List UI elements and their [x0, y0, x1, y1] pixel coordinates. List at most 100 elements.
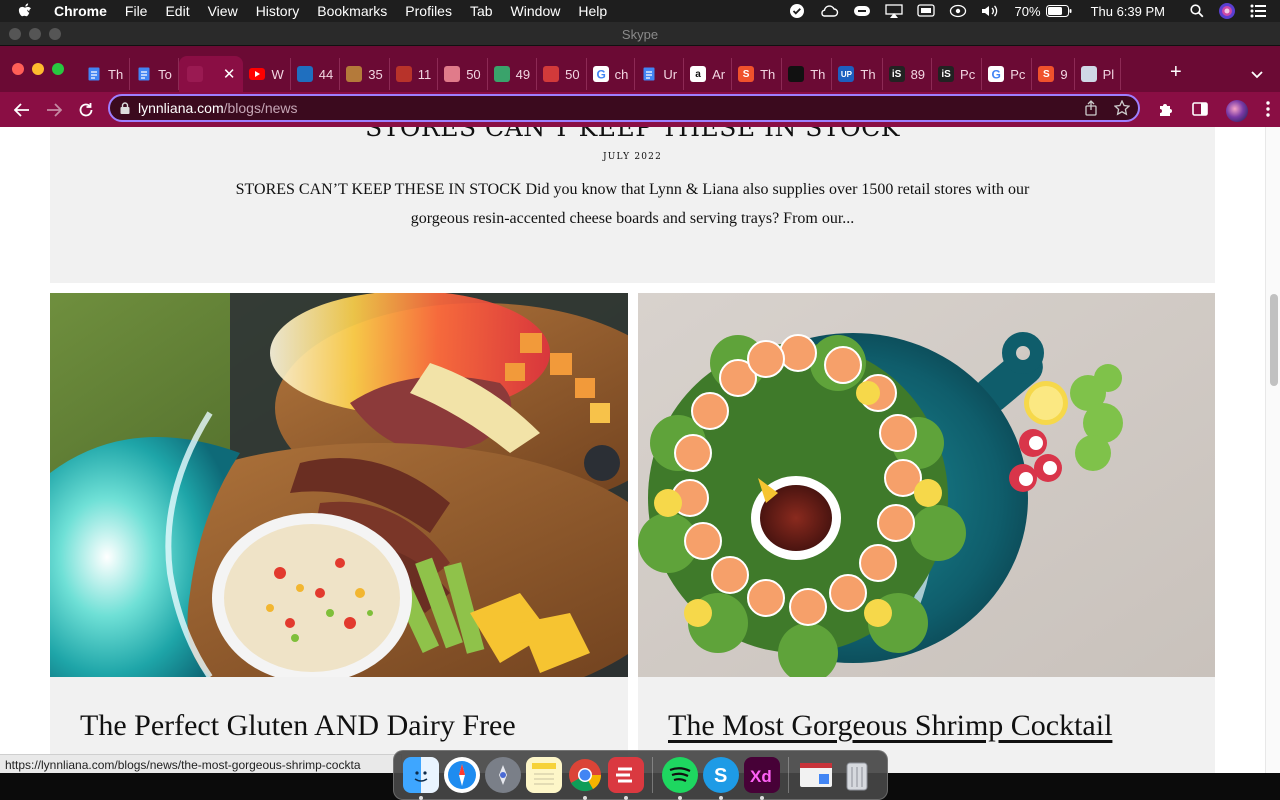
tab[interactable]: a Ar [684, 58, 733, 90]
tab[interactable]: To [130, 58, 179, 90]
tab[interactable]: 11 [390, 58, 439, 90]
tab[interactable]: 44 [291, 58, 341, 90]
spotify-icon[interactable] [661, 757, 698, 800]
tab-label: 35 [368, 66, 383, 82]
site-icon [186, 66, 203, 82]
tab[interactable]: iS 89 [883, 58, 933, 90]
dock-separator [788, 757, 789, 793]
siri-icon[interactable] [1218, 2, 1236, 20]
expressvpn-icon[interactable] [607, 757, 644, 800]
tab-label: 49 [515, 66, 531, 82]
google-icon: G [988, 66, 1005, 82]
preview-window-icon[interactable] [798, 757, 834, 793]
tab[interactable]: 35 [340, 58, 390, 90]
chrome-icon[interactable] [567, 757, 603, 800]
menu-view[interactable]: View [208, 3, 238, 19]
notes-icon[interactable] [525, 757, 562, 793]
tab[interactable]: Pl [1075, 58, 1122, 90]
reload-icon[interactable] [75, 99, 97, 121]
share-icon[interactable] [1084, 100, 1098, 121]
tab[interactable]: Gch [587, 58, 636, 90]
blog-card-shrimp-cocktail[interactable]: The Most Gorgeous Shrimp Cocktail [638, 293, 1215, 773]
site-icon [1080, 66, 1097, 82]
airplay-icon[interactable] [884, 4, 903, 18]
tab[interactable]: Th [80, 58, 131, 90]
chrome-toolbar: lynnliana.com/blogs/news [0, 92, 1280, 127]
window-close-button[interactable] [12, 63, 24, 75]
menu-file[interactable]: File [125, 3, 148, 19]
expressvpn-icon[interactable] [853, 4, 871, 18]
forward-arrow-icon[interactable] [43, 99, 65, 121]
window-minimize-button[interactable] [32, 63, 44, 75]
spotlight-search-icon[interactable] [1190, 4, 1204, 18]
lock-icon[interactable] [120, 102, 130, 114]
blog-card-gluten-free[interactable]: The Perfect Gluten AND Dairy Free [50, 293, 628, 773]
menu-history[interactable]: History [256, 3, 300, 19]
tab-active[interactable]: ✕ [178, 56, 244, 92]
clock[interactable]: Thu 6:39 PM [1091, 4, 1165, 19]
blog-card-title[interactable]: The Perfect Gluten AND Dairy Free [80, 709, 516, 743]
page-viewport: STORES CAN'T KEEP THESE IN STOCK JULY 20… [0, 127, 1280, 773]
menu-edit[interactable]: Edit [165, 3, 189, 19]
trash-icon[interactable] [839, 757, 875, 793]
new-tab-button[interactable]: + [1170, 62, 1182, 82]
tab[interactable]: S Th [732, 58, 783, 90]
control-center-icon[interactable] [1250, 4, 1266, 18]
menu-profiles[interactable]: Profiles [405, 3, 452, 19]
tab[interactable]: 50 [537, 58, 587, 90]
is-icon: iS [888, 66, 905, 82]
site-icon [296, 66, 313, 82]
back-arrow-icon[interactable] [11, 99, 33, 121]
menu-bookmarks[interactable]: Bookmarks [317, 3, 387, 19]
featured-post-excerpt: STORES CAN’T KEEP THESE IN STOCK Did you… [235, 181, 1030, 227]
tab-label: Th [760, 66, 776, 82]
tab[interactable]: 49 [488, 58, 538, 90]
tab[interactable]: 50 [438, 58, 488, 90]
screen-mirror-icon[interactable] [916, 4, 935, 18]
adobe-xd-icon[interactable]: Xd [743, 757, 780, 800]
menu-help[interactable]: Help [578, 3, 607, 19]
tab[interactable]: G Pc [982, 58, 1033, 90]
finder-icon[interactable] [402, 757, 439, 800]
featured-post-title[interactable]: STORES CAN'T KEEP THESE IN STOCK [50, 127, 1215, 142]
blog-card-title[interactable]: The Most Gorgeous Shrimp Cocktail [668, 709, 1112, 743]
featured-blog-post[interactable]: STORES CAN'T KEEP THESE IN STOCK JULY 20… [50, 127, 1215, 283]
side-panel-icon[interactable] [1192, 101, 1208, 121]
blog-card-image-charcuterie[interactable] [50, 293, 628, 677]
tab[interactable]: UP Th [832, 58, 883, 90]
tab-search-chevron-icon[interactable] [1251, 66, 1263, 84]
menu-tab[interactable]: Tab [470, 3, 493, 19]
scrollbar-thumb[interactable] [1270, 294, 1278, 386]
tab[interactable]: W [243, 58, 291, 90]
volume-icon[interactable] [981, 4, 1001, 18]
address-bar[interactable]: lynnliana.com/blogs/news [108, 94, 1140, 122]
tab-label: Th [810, 66, 826, 82]
tether-icon[interactable] [949, 4, 967, 18]
bookmark-star-icon[interactable] [1113, 99, 1131, 121]
svg-text:G: G [596, 68, 605, 82]
tab-label: W [271, 66, 284, 82]
battery-icon[interactable] [1045, 5, 1072, 17]
page-scrollbar[interactable] [1265, 127, 1280, 773]
tab-label: Ur [663, 66, 678, 82]
menu-app-name[interactable]: Chrome [54, 3, 107, 19]
tab[interactable]: Ur [635, 58, 685, 90]
safari-icon[interactable] [443, 757, 480, 793]
apple-icon[interactable] [18, 3, 38, 19]
skype-icon[interactable]: S [702, 757, 739, 800]
tab[interactable]: Th [782, 58, 833, 90]
blog-card-image-shrimp[interactable] [638, 293, 1215, 677]
close-tab-icon[interactable]: ✕ [223, 65, 236, 83]
more-menu-icon[interactable] [1266, 100, 1270, 122]
extensions-puzzle-icon[interactable] [1158, 101, 1174, 122]
menu-window[interactable]: Window [511, 3, 561, 19]
launchpad-icon[interactable] [484, 757, 521, 793]
cloud-icon[interactable] [819, 4, 839, 18]
docs-icon [641, 66, 657, 82]
tab[interactable]: iS Pc [932, 58, 983, 90]
checkmark-icon[interactable] [789, 3, 805, 19]
profile-avatar[interactable] [1226, 100, 1248, 122]
tab[interactable]: S9 [1032, 58, 1075, 90]
window-zoom-button[interactable] [52, 63, 64, 75]
tab-list: Th To ✕ W 44 35 11 50 49 50 Gch Ur a Ar S Th Th UP Th iS 89 i… [80, 56, 1122, 92]
